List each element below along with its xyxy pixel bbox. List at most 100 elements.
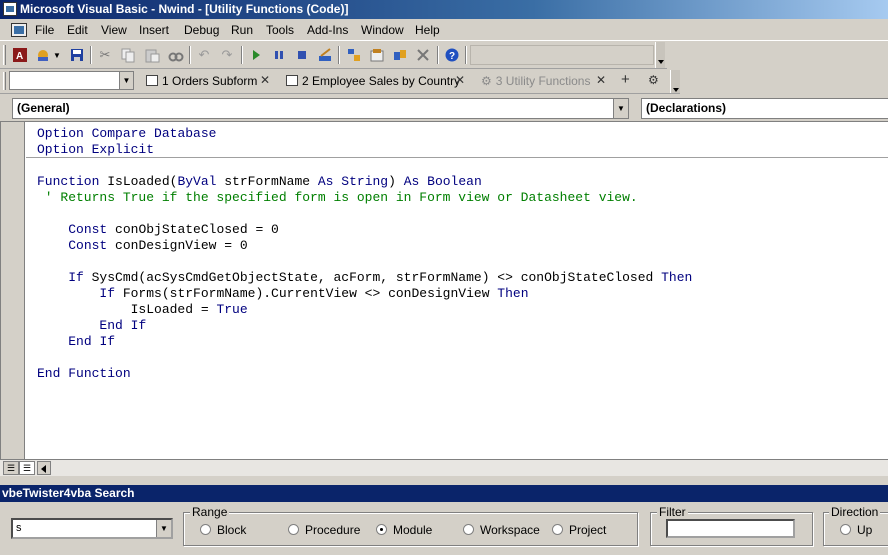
title-bar: Microsoft Visual Basic - Nwind - [Utilit…	[0, 0, 888, 19]
code-line[interactable]: IsLoaded = True	[37, 302, 248, 318]
save-icon[interactable]	[68, 46, 86, 64]
radio-dot	[552, 524, 563, 535]
close-icon[interactable]: ✕	[596, 73, 606, 87]
procedure-view-button[interactable]: ☰	[3, 461, 19, 475]
break-icon[interactable]	[270, 46, 288, 64]
code-line[interactable]: Option Explicit	[37, 142, 154, 158]
range-label: Range	[190, 505, 230, 519]
toolbox-icon[interactable]	[414, 46, 432, 64]
project-explorer-icon[interactable]	[345, 46, 363, 64]
svg-text:?: ?	[449, 51, 455, 62]
settings-icon[interactable]: ⚙	[648, 73, 659, 87]
menu-edit[interactable]: Edit	[67, 23, 88, 38]
radio-dot	[463, 524, 474, 535]
add-tab-button[interactable]: +	[621, 71, 630, 88]
object-combo[interactable]: (General) ▼	[12, 98, 629, 119]
horizontal-scrollbar[interactable]: ☰ ☰	[0, 459, 888, 476]
paste-icon[interactable]	[143, 46, 161, 64]
code-line[interactable]: End Function	[37, 366, 131, 382]
menu-debug[interactable]: Debug	[184, 23, 219, 38]
toolbar-options-icon[interactable]	[655, 42, 665, 68]
close-icon[interactable]: ✕	[455, 73, 465, 87]
procedure-separator	[26, 157, 888, 158]
code-line[interactable]: End If	[37, 334, 115, 350]
direction-label: Direction	[829, 505, 881, 519]
menu-view[interactable]: View	[101, 23, 127, 38]
toolbar-separator	[437, 46, 439, 64]
help-icon[interactable]: ?	[443, 46, 461, 64]
code-line[interactable]: If SysCmd(acSysCmdGetObjectState, acForm…	[37, 270, 692, 286]
code-line[interactable]: ' Returns True if the specified form is …	[37, 190, 638, 206]
tab-selector-combo[interactable]: ▼	[9, 71, 134, 90]
toolbar-separator	[189, 46, 191, 64]
range-workspace-radio[interactable]: Workspace	[463, 523, 540, 537]
code-line[interactable]: Option Compare Database	[37, 126, 216, 142]
radio-dot	[288, 524, 299, 535]
close-icon[interactable]: ✕	[260, 73, 270, 87]
search-input[interactable]: s ▼	[11, 518, 173, 539]
menu-add-ins[interactable]: Add-Ins	[307, 23, 348, 38]
menu-tools[interactable]: Tools	[266, 23, 294, 38]
code-line[interactable]: Const conObjStateClosed = 0	[37, 222, 279, 238]
insert-userform-icon[interactable]	[34, 46, 52, 64]
chevron-down-icon[interactable]: ▼	[119, 72, 133, 89]
menu-file[interactable]: File	[35, 23, 54, 38]
margin-indicator-bar[interactable]	[1, 122, 25, 459]
object-browser-icon[interactable]	[391, 46, 409, 64]
svg-text:A: A	[16, 51, 23, 62]
radio-dot	[840, 524, 851, 535]
code-line[interactable]: Const conDesignView = 0	[37, 238, 247, 254]
toolbar-separator	[90, 46, 92, 64]
menu-bar: File Edit View Insert Debug Run Tools Ad…	[0, 19, 888, 41]
menu-insert[interactable]: Insert	[139, 23, 169, 38]
toolbar-separator	[338, 46, 340, 64]
search-panel-title: vbeTwister4vba Search	[0, 485, 888, 502]
access-icon[interactable]: A	[11, 46, 29, 64]
properties-icon[interactable]	[368, 46, 386, 64]
code-editor[interactable]: Option Compare Database Option Explicit Fu…	[0, 122, 888, 459]
chevron-down-icon[interactable]: ▼	[156, 520, 171, 537]
design-mode-icon[interactable]	[316, 46, 334, 64]
tab-employee-sales-by-country[interactable]: 2 Employee Sales by Country	[286, 73, 460, 89]
find-icon[interactable]	[167, 46, 185, 64]
toolbar-separator	[465, 46, 467, 64]
tab-utility-functions[interactable]: ⚙ 3 Utility Functions	[481, 73, 590, 89]
code-line[interactable]: End If	[37, 318, 146, 334]
report-icon	[286, 75, 298, 86]
code-line[interactable]: Function IsLoaded(ByVal strFormName As S…	[37, 174, 482, 190]
scroll-left-arrow-icon[interactable]	[37, 461, 51, 475]
toolbar-options-icon[interactable]	[670, 70, 680, 93]
toolbar-grip[interactable]	[3, 45, 6, 65]
menu-window[interactable]: Window	[361, 23, 404, 38]
cut-icon[interactable]: ✂	[96, 46, 114, 64]
window-title: Microsoft Visual Basic - Nwind - [Utilit…	[20, 2, 349, 16]
undo-icon[interactable]: ↶	[195, 46, 213, 64]
run-icon[interactable]	[247, 46, 265, 64]
vb-app-icon[interactable]	[3, 2, 17, 16]
module-icon: ⚙	[481, 74, 492, 88]
range-block-radio[interactable]: Block	[200, 523, 246, 537]
menu-help[interactable]: Help	[415, 23, 440, 38]
direction-up-radio[interactable]: Up	[840, 523, 872, 537]
form-icon	[146, 75, 158, 86]
redo-icon[interactable]: ↷	[218, 46, 236, 64]
reset-icon[interactable]	[293, 46, 311, 64]
menu-run[interactable]: Run	[231, 23, 253, 38]
procedure-combo[interactable]: (Declarations)	[641, 98, 888, 119]
range-project-radio[interactable]: Project	[552, 523, 606, 537]
radio-dot-selected	[376, 524, 387, 535]
range-procedure-radio[interactable]: Procedure	[288, 523, 360, 537]
line-column-display	[470, 45, 654, 65]
filter-input[interactable]	[666, 519, 795, 538]
range-module-radio[interactable]: Module	[376, 523, 432, 537]
chevron-down-icon[interactable]: ▼	[52, 46, 62, 64]
chevron-down-icon[interactable]: ▼	[613, 99, 628, 118]
tab-orders-subform[interactable]: 1 Orders Subform	[146, 73, 257, 89]
filter-label: Filter	[657, 505, 688, 519]
radio-dot	[200, 524, 211, 535]
full-module-view-button[interactable]: ☰	[19, 461, 35, 475]
copy-icon[interactable]	[119, 46, 137, 64]
code-window-icon[interactable]	[11, 23, 27, 37]
code-line[interactable]: If Forms(strFormName).CurrentView <> con…	[37, 286, 528, 302]
toolbar-grip[interactable]	[3, 72, 6, 90]
